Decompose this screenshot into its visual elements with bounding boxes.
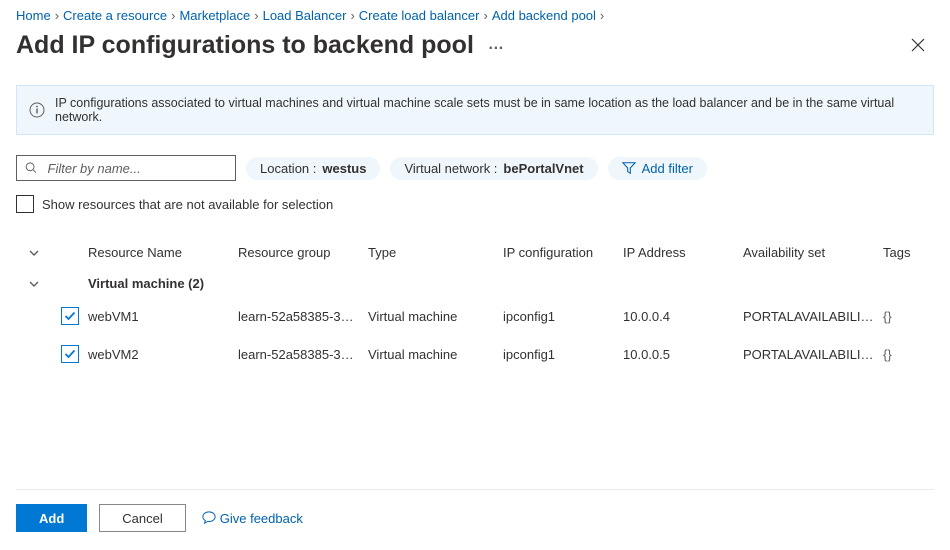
cell-type: Virtual machine (368, 309, 503, 324)
chevron-right-icon: › (350, 8, 354, 23)
search-input-wrapper[interactable] (16, 155, 236, 181)
col-availability-set[interactable]: Availability set (743, 245, 883, 260)
table-row[interactable]: webVM1 learn-52a58385-3312 Virtual machi… (16, 297, 934, 335)
col-tags[interactable]: Tags (883, 245, 923, 260)
show-unavailable-label: Show resources that are not available fo… (42, 197, 333, 212)
feedback-label: Give feedback (220, 511, 303, 526)
breadcrumb: Home › Create a resource › Marketplace ›… (16, 0, 934, 27)
info-banner: IP configurations associated to virtual … (16, 85, 934, 135)
breadcrumb-item[interactable]: Create a resource (63, 8, 167, 23)
col-ip-address[interactable]: IP Address (623, 245, 743, 260)
cancel-button[interactable]: Cancel (99, 504, 185, 532)
chevron-down-icon (28, 278, 40, 290)
table-row[interactable]: webVM2 learn-52a58385-3312 Virtual machi… (16, 335, 934, 373)
search-icon (25, 161, 38, 175)
chevron-right-icon: › (171, 8, 175, 23)
filter-bar: Location : westus Virtual network : bePo… (16, 155, 934, 181)
table-header: Resource Name Resource group Type IP con… (16, 237, 934, 270)
col-resource-name[interactable]: Resource Name (88, 245, 238, 260)
results-table: Resource Name Resource group Type IP con… (16, 237, 934, 489)
cell-ip-address: 10.0.0.4 (623, 309, 743, 324)
info-icon (29, 102, 45, 118)
add-filter-button[interactable]: Add filter (608, 157, 707, 180)
more-actions-button[interactable]: … (484, 36, 508, 54)
cell-tags: {} (883, 309, 923, 324)
filter-label: Virtual network : (404, 161, 497, 176)
checkbox-unchecked[interactable] (16, 195, 34, 213)
chevron-right-icon: › (55, 8, 59, 23)
chevron-right-icon: › (254, 8, 258, 23)
col-type[interactable]: Type (368, 245, 503, 260)
filter-value: westus (322, 161, 366, 176)
cell-availability-set: PORTALAVAILABILITY (743, 309, 883, 324)
page-title-text: Add IP configurations to backend pool (16, 31, 474, 60)
cell-ip-config: ipconfig1 (503, 309, 623, 324)
close-button[interactable] (902, 29, 934, 61)
add-button[interactable]: Add (16, 504, 87, 532)
filter-value: bePortalVnet (503, 161, 583, 176)
breadcrumb-item[interactable]: Add backend pool (492, 8, 596, 23)
search-input[interactable] (46, 160, 227, 177)
breadcrumb-item[interactable]: Home (16, 8, 51, 23)
chevron-right-icon: › (600, 8, 604, 23)
show-unavailable-toggle[interactable]: Show resources that are not available fo… (16, 195, 934, 213)
footer: Add Cancel Give feedback (16, 489, 934, 550)
filter-icon (622, 161, 636, 175)
chevron-right-icon: › (483, 8, 487, 23)
cell-resource-group: learn-52a58385-3312 (238, 347, 368, 362)
col-resource-group[interactable]: Resource group (238, 245, 368, 260)
page-title: Add IP configurations to backend pool … (16, 31, 508, 60)
breadcrumb-item[interactable]: Marketplace (179, 8, 250, 23)
cell-resource-group: learn-52a58385-3312 (238, 309, 368, 324)
cell-availability-set: PORTALAVAILABILITY (743, 347, 883, 362)
feedback-icon (202, 511, 216, 525)
filter-pill-vnet[interactable]: Virtual network : bePortalVnet (390, 157, 597, 180)
close-icon (911, 38, 925, 52)
give-feedback-link[interactable]: Give feedback (202, 511, 303, 526)
info-text: IP configurations associated to virtual … (55, 96, 921, 124)
breadcrumb-item[interactable]: Load Balancer (263, 8, 347, 23)
add-filter-label: Add filter (642, 161, 693, 176)
row-checkbox[interactable] (61, 307, 79, 325)
filter-pill-location[interactable]: Location : westus (246, 157, 380, 180)
cell-tags: {} (883, 347, 923, 362)
chevron-down-icon (28, 247, 40, 259)
cell-type: Virtual machine (368, 347, 503, 362)
group-label: Virtual machine (2) (88, 276, 934, 291)
row-checkbox[interactable] (61, 345, 79, 363)
cell-resource-name: webVM1 (88, 309, 238, 324)
breadcrumb-item[interactable]: Create load balancer (359, 8, 480, 23)
cell-resource-name: webVM2 (88, 347, 238, 362)
cell-ip-address: 10.0.0.5 (623, 347, 743, 362)
col-ip-config[interactable]: IP configuration (503, 245, 623, 260)
filter-label: Location : (260, 161, 316, 176)
group-row-virtual-machine[interactable]: Virtual machine (2) (16, 270, 934, 297)
cell-ip-config: ipconfig1 (503, 347, 623, 362)
group-toggle[interactable] (16, 278, 52, 290)
expand-all-toggle[interactable] (16, 247, 52, 259)
